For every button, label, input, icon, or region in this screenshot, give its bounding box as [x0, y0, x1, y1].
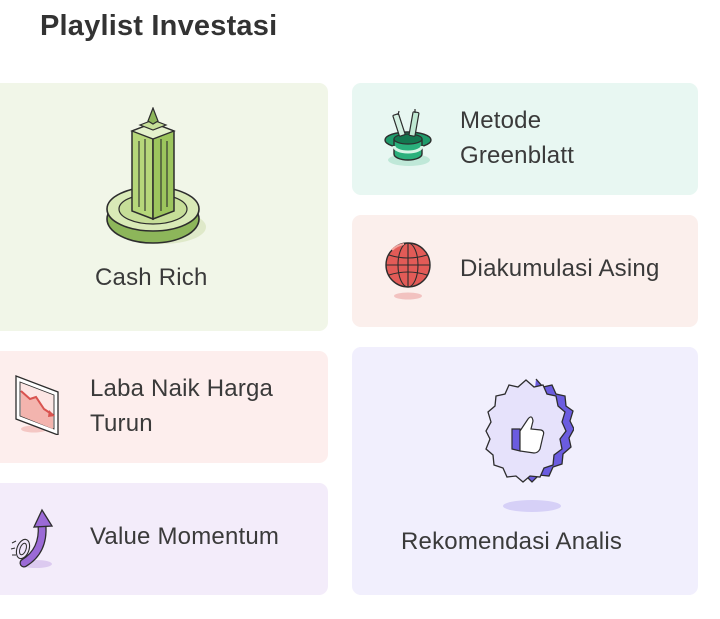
skyscraper-icon [106, 107, 210, 251]
playlist-card-value-momentum[interactable]: Value Momentum [0, 483, 328, 595]
playlist-card-diakumulasi-asing[interactable]: Diakumulasi Asing [352, 215, 698, 327]
playlist-card-label: Value Momentum [90, 523, 280, 550]
playlist-card-rekomendasi-analis[interactable]: Rekomendasi Analis [352, 347, 698, 595]
declining-chart-icon [12, 373, 64, 435]
playlist-card-label: Rekomendasi Analis [401, 528, 623, 555]
globe-icon [384, 240, 434, 302]
playlist-card-laba-naik-harga-turun[interactable]: Laba Naik Harga Turun [0, 351, 328, 463]
playlist-card-metode-greenblatt[interactable]: Metode Greenblatt [352, 83, 698, 195]
rising-arrow-icon [10, 507, 62, 571]
thumbs-up-badge-icon [484, 377, 574, 517]
page-title: Playlist Investasi [40, 10, 278, 42]
playlist-card-label: Laba Naik Harga Turun [90, 375, 274, 437]
top-hat-money-icon [384, 108, 436, 170]
playlist-card-label: Cash Rich [95, 264, 208, 291]
playlist-card-label: Diakumulasi Asing [460, 255, 660, 282]
playlist-card-label: Metode Greenblatt [460, 107, 575, 169]
playlist-card-cash-rich[interactable]: Cash Rich [0, 83, 328, 331]
